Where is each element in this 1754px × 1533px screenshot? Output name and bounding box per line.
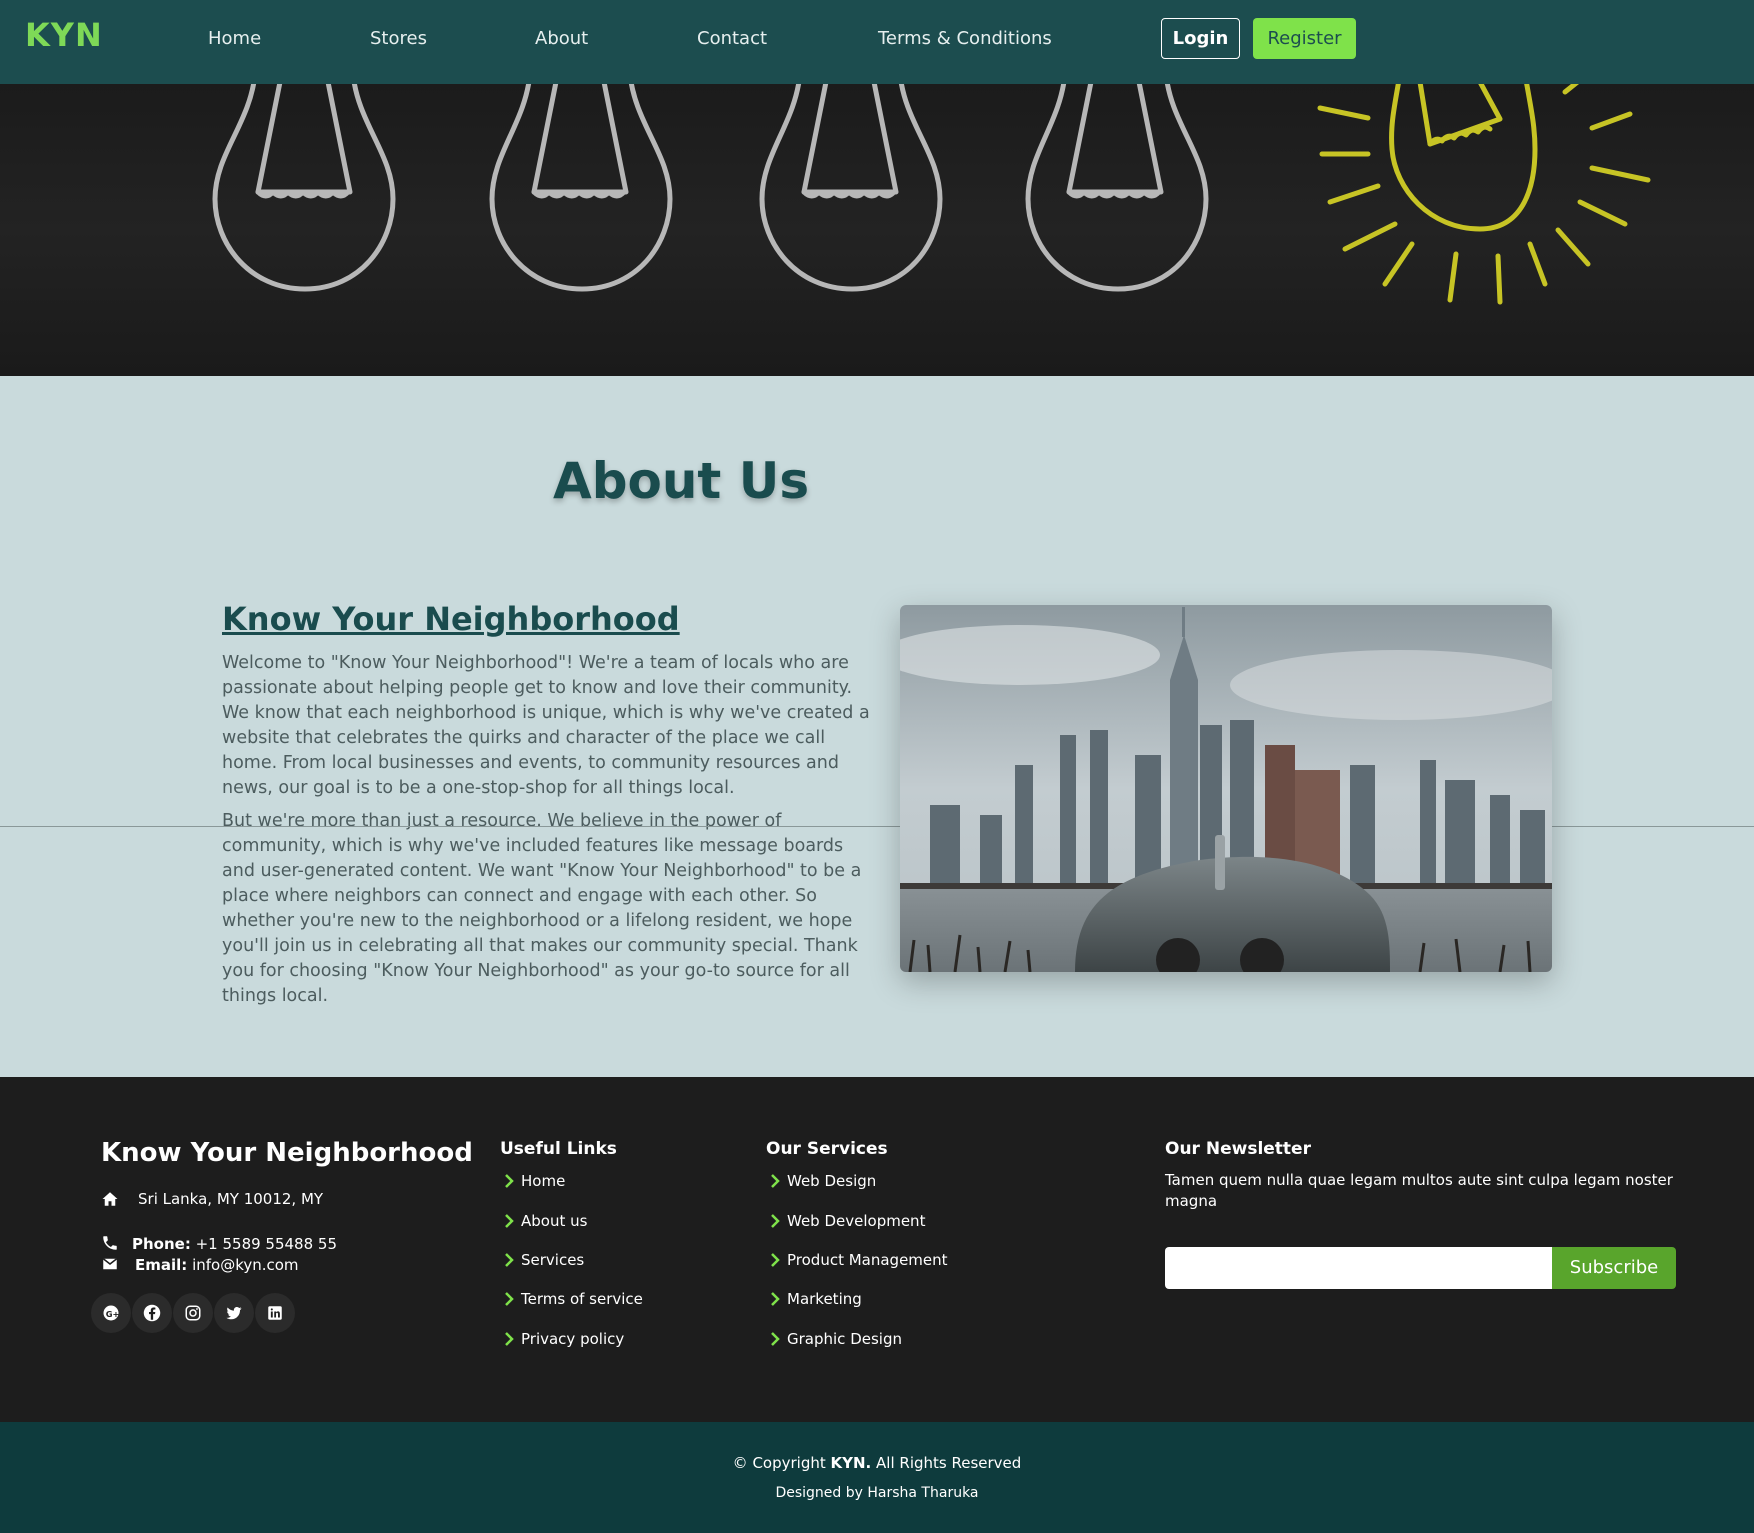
email-value[interactable]: info@kyn.com <box>192 1256 298 1274</box>
footer-address: Sri Lanka, MY 10012, MY <box>138 1190 324 1208</box>
chevron-right-icon <box>771 1174 780 1188</box>
useful-link-label: Home <box>521 1172 566 1190</box>
useful-link-label: About us <box>521 1212 588 1230</box>
service-link-label: Marketing <box>787 1290 862 1308</box>
chevron-right-icon <box>505 1214 514 1228</box>
facebook-link[interactable] <box>132 1293 172 1333</box>
phone-label: Phone: <box>132 1235 191 1253</box>
twitter-link[interactable] <box>214 1293 254 1333</box>
phone-icon <box>103 1236 117 1250</box>
lightbulb-illustration <box>212 84 1651 305</box>
newsletter-email-input[interactable] <box>1165 1247 1553 1289</box>
service-link[interactable]: Product Management <box>771 1251 948 1269</box>
nav-contact[interactable]: Contact <box>697 28 767 49</box>
svg-text:G+: G+ <box>106 1309 120 1319</box>
city-skyline-image <box>900 605 1552 972</box>
email-label: Email: <box>135 1256 188 1274</box>
phone-value: +1 5589 55488 55 <box>195 1235 338 1253</box>
useful-links-heading: Useful Links <box>500 1139 617 1159</box>
footer: Know Your Neighborhood Sri Lanka, MY 100… <box>0 1077 1754 1422</box>
twitter-icon <box>226 1307 242 1320</box>
copyright-suffix: All Rights Reserved <box>876 1454 1022 1472</box>
useful-link-label: Terms of service <box>521 1290 643 1308</box>
instagram-link[interactable] <box>173 1293 213 1333</box>
about-paragraph-2: But we're more than just a resource. We … <box>222 811 862 1006</box>
register-button[interactable]: Register <box>1253 18 1356 59</box>
service-link[interactable]: Graphic Design <box>771 1330 902 1348</box>
binoculars-skyline-illustration <box>900 605 1552 972</box>
footer-phone: Phone: +1 5589 55488 55 <box>132 1235 337 1253</box>
service-link-label: Graphic Design <box>787 1330 902 1348</box>
chevron-right-icon <box>771 1332 780 1346</box>
login-button[interactable]: Login <box>1161 18 1240 59</box>
service-link[interactable]: Web Development <box>771 1212 926 1230</box>
nav-terms[interactable]: Terms & Conditions <box>878 28 1052 49</box>
email-icon <box>102 1258 118 1270</box>
home-icon <box>102 1192 118 1206</box>
useful-link-label: Privacy policy <box>521 1330 625 1348</box>
facebook-icon <box>143 1304 161 1322</box>
chevron-right-icon <box>505 1253 514 1267</box>
service-link-label: Web Development <box>787 1212 926 1230</box>
footer-brand: Know Your Neighborhood <box>101 1138 473 1168</box>
chevron-right-icon <box>771 1292 780 1306</box>
useful-link[interactable]: Privacy policy <box>505 1330 625 1348</box>
copyright-prefix: © Copyright <box>732 1454 826 1472</box>
newsletter-description: Tamen quem nulla quae legam multos aute … <box>1165 1171 1673 1210</box>
about-subtitle: Know Your Neighborhood <box>222 600 680 638</box>
footer-email[interactable]: Email: info@kyn.com <box>135 1256 299 1274</box>
nav-stores[interactable]: Stores <box>370 28 427 49</box>
nav-about[interactable]: About <box>535 28 588 49</box>
hero-banner-image <box>0 84 1754 376</box>
chevron-right-icon <box>771 1253 780 1267</box>
service-link-label: Web Design <box>787 1172 877 1190</box>
chevron-right-icon <box>505 1292 514 1306</box>
copyright-text: © Copyright KYN. All Rights Reserved <box>0 1454 1754 1472</box>
nav-home[interactable]: Home <box>208 28 261 49</box>
about-title: About Us <box>553 452 810 510</box>
useful-link[interactable]: About us <box>505 1212 588 1230</box>
service-link[interactable]: Web Design <box>771 1172 877 1190</box>
useful-link-label: Services <box>521 1251 585 1269</box>
useful-link[interactable]: Home <box>505 1172 566 1190</box>
designed-by-text: Designed by Harsha Tharuka <box>775 1485 979 1501</box>
service-link-label: Product Management <box>787 1251 948 1269</box>
chevron-right-icon <box>771 1214 780 1228</box>
google-plus-icon: G+ <box>103 1305 120 1321</box>
instagram-icon <box>185 1305 201 1321</box>
brand-logo[interactable]: KYN <box>25 16 103 54</box>
about-paragraph-1: Welcome to "Know Your Neighborhood"! We'… <box>222 653 870 798</box>
navbar: KYN Home Stores About Contact Terms & Co… <box>0 0 1754 84</box>
linkedin-link[interactable] <box>255 1293 295 1333</box>
copyright-brand: KYN. <box>830 1454 872 1472</box>
linkedin-icon <box>268 1306 282 1320</box>
useful-link[interactable]: Services <box>505 1251 585 1269</box>
google-plus-link[interactable]: G+ <box>91 1293 131 1333</box>
useful-link[interactable]: Terms of service <box>505 1290 643 1308</box>
subscribe-button[interactable]: Subscribe <box>1552 1247 1676 1289</box>
services-heading: Our Services <box>766 1139 888 1159</box>
chevron-right-icon <box>505 1174 514 1188</box>
newsletter-heading: Our Newsletter <box>1165 1139 1311 1159</box>
chevron-right-icon <box>505 1332 514 1346</box>
copyright-bar: © Copyright KYN. All Rights Reserved Des… <box>0 1422 1754 1533</box>
service-link[interactable]: Marketing <box>771 1290 862 1308</box>
